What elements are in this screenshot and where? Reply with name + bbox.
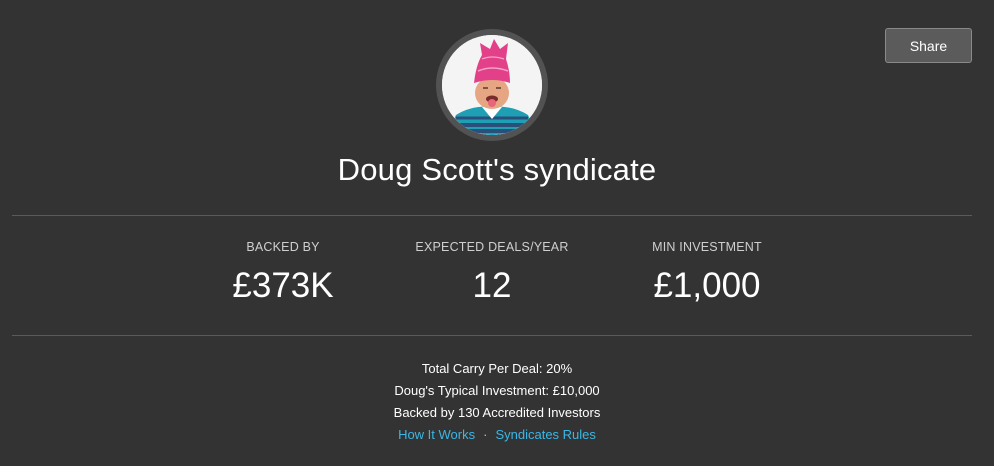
stat-value: £1,000	[653, 266, 761, 305]
how-it-works-link[interactable]: How It Works	[398, 427, 475, 442]
syndicates-rules-link[interactable]: Syndicates Rules	[495, 427, 595, 442]
share-button[interactable]: Share	[885, 28, 972, 63]
stat-min-investment: MIN INVESTMENT £1,000	[597, 240, 817, 306]
stat-value: 12	[472, 266, 512, 305]
backers-count-text: Backed by 130 Accredited Investors	[393, 405, 601, 420]
stat-label: EXPECTED DEALS/YEAR	[415, 240, 569, 254]
avatar	[442, 35, 542, 135]
stat-value: £373K	[232, 266, 334, 305]
page-title: Doug Scott's syndicate	[337, 152, 657, 187]
stat-label: BACKED BY	[246, 240, 320, 254]
stat-label: MIN INVESTMENT	[652, 240, 762, 254]
stat-backed-by: BACKED BY £373K	[173, 240, 393, 306]
avatar-frame	[436, 29, 548, 141]
footer-links: How It Works · Syndicates Rules	[0, 427, 994, 442]
link-separator: ·	[483, 427, 488, 442]
stat-expected-deals: EXPECTED DEALS/YEAR 12	[382, 240, 602, 306]
divider-bottom	[12, 335, 972, 336]
carry-per-deal-text: Total Carry Per Deal: 20%	[421, 361, 573, 376]
typical-investment-text: Doug's Typical Investment: £10,000	[394, 383, 600, 398]
avatar-photo-icon	[442, 35, 542, 135]
divider-top	[12, 215, 972, 216]
